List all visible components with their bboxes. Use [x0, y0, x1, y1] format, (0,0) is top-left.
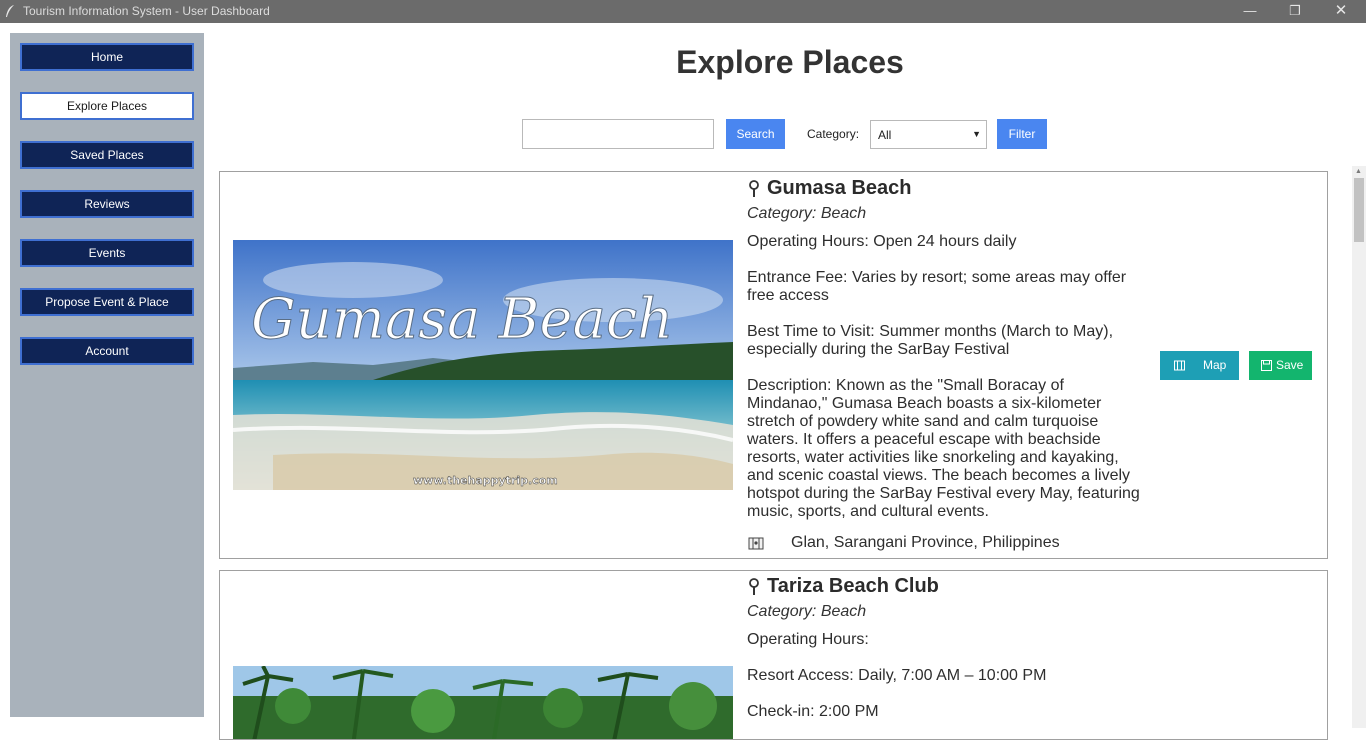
pin-icon	[749, 578, 759, 595]
search-button[interactable]: Search	[726, 119, 785, 149]
place-location: Glan, Sarangani Province, Philippines	[791, 534, 1060, 551]
place-card: Tariza Beach Club Category: Beach Operat…	[219, 570, 1328, 740]
save-button[interactable]: Save	[1249, 351, 1312, 380]
nav-reviews-button[interactable]: Reviews	[20, 190, 194, 218]
category-selected-value: All	[878, 128, 892, 142]
page-title: Explore Places	[676, 44, 904, 80]
nav-account-button[interactable]: Account	[20, 337, 194, 365]
scrollbar[interactable]: ▲	[1352, 166, 1366, 728]
place-card: Gumasa Beach www.thehappytrip.com Gumasa…	[219, 171, 1328, 559]
nav-explore-places-button[interactable]: Explore Places	[20, 92, 194, 120]
place-operating-hours: Operating Hours: Open 24 hours daily	[747, 233, 1017, 250]
place-check-in: Check-in: 2:00 PM	[747, 703, 879, 720]
search-input[interactable]	[522, 119, 714, 149]
category-select[interactable]: All ▼	[870, 120, 987, 149]
save-icon	[1261, 360, 1272, 371]
place-image	[233, 666, 733, 739]
save-button-label: Save	[1276, 358, 1304, 372]
maximize-button[interactable]: ❐	[1285, 2, 1305, 20]
nav-events-button[interactable]: Events	[20, 239, 194, 267]
map-icon	[748, 537, 764, 550]
feather-icon	[6, 5, 14, 17]
map-button-label: Map	[1203, 358, 1227, 372]
nav-propose-event-place-button[interactable]: Propose Event & Place	[20, 288, 194, 316]
window-title: Tourism Information System - User Dashbo…	[23, 4, 270, 18]
place-description: Description: Known as the "Small Boracay…	[747, 377, 1140, 520]
scrollbar-thumb[interactable]	[1354, 178, 1364, 242]
place-entrance-fee: Entrance Fee: Varies by resort; some are…	[747, 269, 1127, 304]
map-icon	[1174, 360, 1185, 371]
image-watermark: www.thehappytrip.com	[413, 474, 558, 487]
place-category: Category: Beach	[747, 205, 867, 222]
sidebar: Home Explore Places Saved Places Reviews…	[10, 33, 204, 717]
category-label: Category:	[807, 127, 860, 141]
map-button[interactable]: Map	[1160, 351, 1239, 380]
chevron-down-icon: ▼	[972, 129, 981, 139]
nav-home-button[interactable]: Home	[20, 43, 194, 71]
close-button[interactable]: ✕	[1331, 2, 1351, 20]
window-title-bar: Tourism Information System - User Dashbo…	[0, 0, 1366, 23]
nav-saved-places-button[interactable]: Saved Places	[20, 141, 194, 169]
image-caption: Gumasa Beach	[251, 287, 673, 352]
place-title: Gumasa Beach	[767, 177, 912, 199]
place-operating-hours: Operating Hours:	[747, 631, 869, 648]
place-category: Category: Beach	[747, 603, 867, 620]
scroll-up-arrow-icon[interactable]: ▲	[1355, 168, 1362, 175]
place-resort-access: Resort Access: Daily, 7:00 AM – 10:00 PM	[747, 667, 1047, 684]
place-image: Gumasa Beach www.thehappytrip.com	[233, 240, 733, 490]
minimize-button[interactable]: —	[1240, 2, 1260, 20]
filter-button[interactable]: Filter	[997, 119, 1047, 149]
pin-icon	[749, 180, 759, 197]
place-best-time: Best Time to Visit: Summer months (March…	[747, 323, 1114, 358]
place-title: Tariza Beach Club	[767, 575, 939, 597]
